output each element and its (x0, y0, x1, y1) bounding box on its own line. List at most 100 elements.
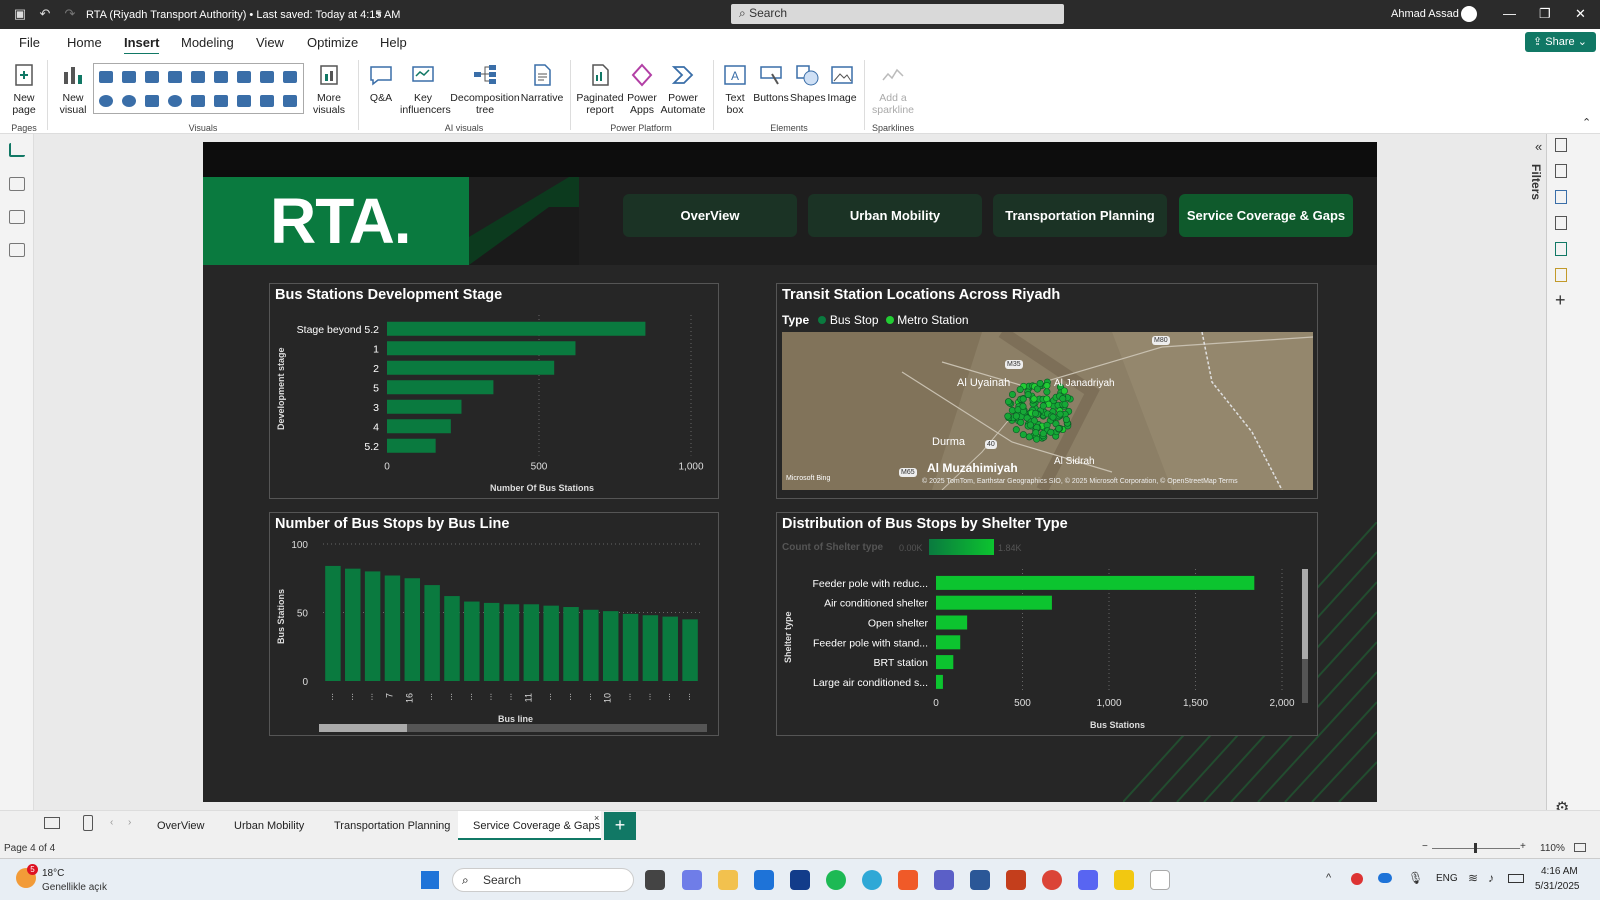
table-view-icon[interactable] (9, 177, 25, 191)
build-visual-icon[interactable] (1555, 190, 1567, 204)
map-attribution[interactable]: © 2025 TomTom, Earthstar Geographics SIO… (922, 478, 1238, 485)
avatar[interactable] (1461, 6, 1477, 22)
shapes-button[interactable]: Shapes (790, 62, 826, 104)
page-tab-overview[interactable]: OverView (157, 820, 204, 832)
bus-line-bar[interactable] (464, 601, 480, 681)
key-influencers-button[interactable]: Key influencers (400, 62, 451, 116)
zoom-level[interactable]: 110% (1540, 843, 1565, 854)
map-card[interactable]: Transit Station Locations Across Riyadh … (776, 283, 1318, 499)
stacked-column-icon[interactable] (122, 71, 136, 83)
bus-line-bar[interactable] (345, 568, 361, 681)
visuals-gallery[interactable] (93, 63, 304, 114)
station-points[interactable] (782, 332, 1313, 490)
restore-icon[interactable]: ❐ (1539, 6, 1551, 22)
windows-start-icon[interactable] (421, 871, 439, 889)
more-visuals-button[interactable]: More visuals (308, 62, 350, 116)
qa-button[interactable]: Q&A (364, 62, 398, 104)
paginated-report-button[interactable]: Paginated report (576, 62, 624, 116)
clock-time[interactable]: 4:16 AM (1541, 866, 1578, 877)
document-title[interactable]: RTA (Riyadh Transport Authority) • Last … (86, 9, 400, 21)
bus-line-bar[interactable] (622, 613, 639, 681)
100-column-icon[interactable] (214, 71, 228, 83)
dev-stage-bar[interactable] (387, 341, 576, 356)
card-icon[interactable] (214, 95, 228, 107)
page-tab-transportation-planning[interactable]: Transportation Planning (334, 820, 450, 832)
dev-stage-bar[interactable] (387, 399, 462, 414)
legend-metro-station[interactable]: Metro Station (897, 313, 968, 327)
riyadh-map[interactable]: M35 M80 40 M65 Al Uyainah Al Janadriyah … (782, 332, 1313, 490)
tray-app-icon[interactable] (1351, 873, 1363, 885)
shelter-bar[interactable] (936, 635, 961, 650)
spotify-icon[interactable] (826, 870, 846, 890)
line-chart-icon[interactable] (237, 71, 251, 83)
filters-pane-label[interactable]: Filters (1529, 164, 1543, 200)
nav-transportation-planning-button[interactable]: Transportation Planning (993, 194, 1167, 237)
legend-bus-stop[interactable]: Bus Stop (830, 313, 879, 327)
bus-line-bar[interactable] (563, 607, 579, 681)
snipping-tool-icon[interactable] (1150, 870, 1170, 890)
mobile-layout-icon[interactable] (83, 815, 93, 831)
data-pane-icon[interactable] (1555, 138, 1567, 152)
map-icon[interactable] (168, 95, 182, 107)
close-icon[interactable]: ✕ (1575, 6, 1586, 22)
selection-pane-icon[interactable] (1555, 242, 1567, 256)
zoom-slider-thumb[interactable] (1474, 843, 1477, 853)
gauge-icon[interactable] (191, 95, 205, 107)
bus-line-bar[interactable] (662, 616, 678, 681)
prev-page-icon[interactable]: ‹ (110, 817, 113, 828)
report-view-icon[interactable] (9, 143, 25, 157)
dev-stage-bar[interactable] (387, 438, 436, 453)
tab-view[interactable]: View (256, 35, 284, 50)
shelter-bar[interactable] (936, 575, 1255, 590)
pie-chart-icon[interactable] (99, 95, 113, 107)
language-indicator[interactable]: ENG (1436, 873, 1458, 884)
add-pane-icon[interactable]: + (1555, 290, 1566, 311)
tab-help[interactable]: Help (380, 35, 407, 50)
store-icon[interactable] (754, 870, 774, 890)
taskbar-search[interactable]: Search (452, 868, 634, 892)
powerpoint-icon[interactable] (1006, 870, 1026, 890)
bus-line-card[interactable]: Number of Bus Stops by Bus Line 0 50 100..… (269, 512, 719, 736)
clock-date[interactable]: 5/31/2025 (1535, 881, 1580, 892)
discord-icon[interactable] (1078, 870, 1098, 890)
copilot-icon[interactable] (682, 870, 702, 890)
battery-icon[interactable] (1508, 874, 1524, 883)
new-visual-button[interactable]: New visual (53, 62, 93, 116)
close-tab-icon[interactable]: × (594, 813, 599, 823)
dax-query-view-icon[interactable] (9, 243, 25, 257)
bus-line-bar[interactable] (642, 615, 659, 681)
tab-file[interactable]: File (19, 35, 40, 50)
shelter-bar[interactable] (936, 655, 954, 670)
nav-service-coverage-button[interactable]: Service Coverage & Gaps (1179, 194, 1353, 237)
bus-line-bar[interactable] (444, 596, 460, 681)
teams-icon[interactable] (934, 870, 954, 890)
bus-line-bar[interactable] (682, 619, 698, 681)
bus-line-bar[interactable] (503, 604, 520, 681)
donut-chart-icon[interactable] (122, 95, 136, 107)
clustered-bar-icon[interactable] (145, 71, 159, 83)
dev-stage-bar[interactable] (387, 321, 646, 336)
microphone-icon[interactable]: 🎙 (1408, 871, 1423, 885)
task-view-icon[interactable] (645, 870, 665, 890)
image-button[interactable]: Image (824, 62, 860, 104)
word-icon[interactable] (970, 870, 990, 890)
chevron-down-icon[interactable]: ▼ (372, 7, 386, 21)
treemap-icon[interactable] (145, 95, 159, 107)
redo-icon[interactable]: ↷ (63, 7, 77, 21)
model-view-icon[interactable] (9, 210, 25, 224)
onedrive-icon[interactable] (1378, 873, 1392, 883)
tab-modeling[interactable]: Modeling (181, 35, 234, 50)
scrollbar-thumb[interactable] (319, 724, 407, 732)
bookmark-icon[interactable] (1555, 216, 1567, 230)
dev-stage-chart[interactable]: 0 500 1,000 Stage beyond 5.2 1 2 5 3 4 5.2 (270, 284, 720, 500)
bus-line-bar[interactable] (325, 565, 341, 681)
undo-icon[interactable]: ↶ (38, 7, 52, 21)
zoom-in-icon[interactable]: + (1520, 841, 1526, 852)
clustered-column-icon[interactable] (168, 71, 182, 83)
nav-urban-mobility-button[interactable]: Urban Mobility (808, 194, 982, 237)
zoom-out-icon[interactable]: − (1422, 841, 1428, 852)
bus-line-bar[interactable] (483, 602, 500, 681)
tray-chevron-icon[interactable]: ^ (1326, 872, 1331, 884)
table-icon[interactable] (260, 95, 274, 107)
bus-line-bar[interactable] (384, 575, 401, 681)
